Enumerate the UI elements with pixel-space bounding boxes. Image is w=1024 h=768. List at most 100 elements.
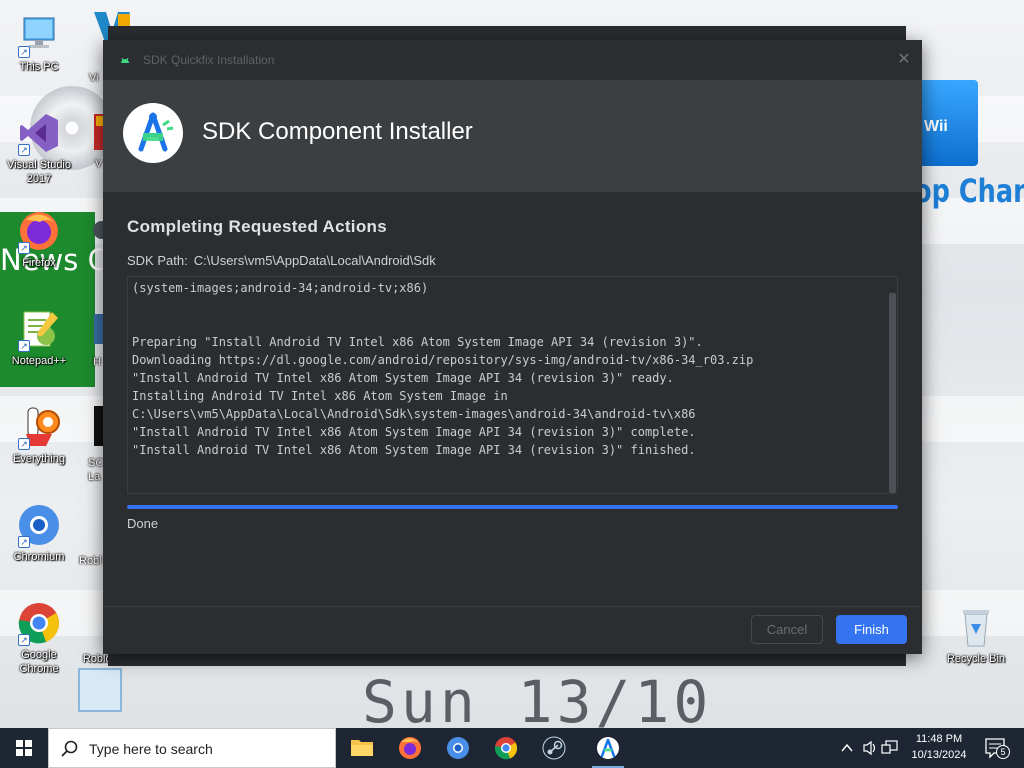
taskbar-chromium[interactable]	[434, 728, 482, 768]
shortcut-arrow-icon: ↗	[18, 242, 30, 254]
chromium-icon: ↗	[16, 502, 62, 548]
status-text: Done	[127, 516, 159, 531]
desktop-icon-label: H	[93, 356, 101, 368]
shortcut-arrow-icon: ↗	[18, 46, 30, 58]
desktop-icon-notepadpp[interactable]: ↗ Notepad++	[1, 306, 77, 368]
desktop-icon-label: Notepad++	[11, 355, 67, 367]
android-icon	[121, 57, 129, 63]
desktop-icon-label: Chromium	[13, 551, 65, 563]
desktop-icon-firefox[interactable]: ↗ Firefox	[1, 208, 77, 270]
shortcut-arrow-icon: ↗	[18, 144, 30, 156]
shortcut-arrow-icon: ↗	[18, 536, 30, 548]
log-line: (system-images;android-34;android-tv;x86…	[132, 281, 429, 295]
notification-center[interactable]: 5	[978, 728, 1024, 768]
log-line: Downloading https://dl.google.com/androi…	[132, 353, 754, 367]
desktop-icon-label-line: SC	[88, 457, 104, 469]
log-line: "Install Android TV Intel x86 Atom Syste…	[132, 371, 674, 385]
chrome-icon: ↗	[16, 600, 62, 646]
shortcut-arrow-icon: ↗	[18, 438, 30, 450]
desktop-icon-label: This PC	[19, 61, 59, 73]
progress-bar	[127, 505, 898, 509]
notepadpp-icon: ↗	[16, 306, 62, 352]
computer-icon: ↗	[16, 12, 62, 58]
taskbar-chrome[interactable]	[482, 728, 530, 768]
start-button[interactable]	[0, 728, 48, 768]
desktop-icon-label: Vi	[89, 72, 99, 84]
desktop-icon-label: SC La	[88, 456, 103, 484]
shortcut-arrow-icon: ↗	[18, 634, 30, 646]
visual-studio-icon: ↗	[16, 110, 62, 156]
chromium-icon	[447, 737, 469, 759]
installer-footer: Cancel Finish	[103, 606, 922, 654]
roblox-icon	[78, 668, 122, 712]
taskbar-search[interactable]: Type here to search	[48, 728, 336, 768]
desktop-icon-recycle-bin[interactable]: Recycle Bin	[938, 604, 1014, 666]
clock-date: 10/13/2024	[911, 749, 967, 761]
log-line: "Install Android TV Intel x86 Atom Syste…	[132, 443, 696, 457]
desktop-icon-label: Robl	[79, 555, 102, 567]
taskbar-file-explorer[interactable]	[338, 728, 386, 768]
sdk-path: SDK Path: C:\Users\vm5\AppData\Local\Andr…	[127, 253, 436, 268]
desktop-icon-label: Firefox	[22, 257, 56, 269]
taskbar: Type here to search 11:48 PM 10/13/2024 …	[0, 728, 1024, 768]
search-icon	[61, 740, 78, 757]
header-title: SDK Component Installer	[202, 118, 473, 145]
log-scrollbar-thumb[interactable]	[889, 293, 896, 493]
android-studio-icon	[597, 737, 619, 759]
desktop-icon-everything[interactable]: ↗ Everything	[1, 404, 77, 466]
taskbar-firefox[interactable]	[386, 728, 434, 768]
windows-icon	[16, 740, 32, 756]
log-line: Preparing "Install Android TV Intel x86 …	[132, 335, 703, 349]
installer-content: Completing Requested Actions SDK Path: C:…	[103, 192, 922, 606]
desktop-icon-visual-studio[interactable]: ↗ Visual Studio 2017	[1, 110, 77, 186]
wallpaper-shop-bag-text: Wii	[924, 118, 948, 135]
sdk-path-value: C:\Users\vm5\AppData\Local\Android\Sdk	[193, 253, 436, 268]
desktop-icon-label: V	[95, 158, 103, 170]
desktop-icon-label: Visual Studio 2017	[6, 159, 71, 185]
system-tray	[838, 728, 902, 768]
progress-bar-fill	[127, 505, 898, 509]
desktop-icon-label: Recycle Bin	[946, 653, 1006, 665]
section-title: Completing Requested Actions	[127, 217, 387, 236]
taskbar-android-studio[interactable]	[584, 728, 632, 768]
window-titlebar[interactable]: SDK Quickfix Installation ✕	[103, 40, 922, 80]
clock-time: 11:48 PM	[915, 733, 963, 745]
notification-count-badge: 5	[996, 745, 1010, 759]
log-lines: (system-images;android-34;android-tv;x86…	[132, 279, 753, 459]
desktop-icon-label: Everything	[13, 453, 65, 465]
close-icon[interactable]: ✕	[894, 50, 914, 70]
log-line: Installing Android TV Intel x86 Atom Sys…	[132, 389, 508, 403]
firefox-icon: ↗	[16, 208, 62, 254]
cancel-button[interactable]: Cancel	[751, 615, 823, 644]
recycle-bin-icon	[953, 604, 999, 650]
everything-icon: ↗	[16, 404, 62, 450]
wallpaper-date-text: Sun 13/10	[362, 668, 713, 728]
install-log[interactable]: (system-images;android-34;android-tv;x86…	[127, 276, 898, 494]
file-explorer-icon	[351, 740, 373, 756]
wallpaper-shop-text: op Channe	[914, 172, 1024, 210]
sdk-path-label: SDK Path:	[127, 253, 188, 268]
network-icon[interactable]	[881, 740, 898, 754]
finish-button[interactable]: Finish	[836, 615, 907, 644]
taskbar-steam[interactable]	[530, 728, 578, 768]
shortcut-arrow-icon: ↗	[18, 340, 30, 352]
log-line: "Install Android TV Intel x86 Atom Syste…	[132, 425, 696, 439]
sdk-installer-window: SDK Quickfix Installation ✕ SDK Componen…	[103, 40, 922, 654]
window-title: SDK Quickfix Installation	[143, 53, 275, 67]
desktop-icon-this-pc[interactable]: ↗ This PC	[1, 12, 77, 74]
log-scrollbar[interactable]	[887, 277, 897, 493]
search-placeholder: Type here to search	[89, 741, 213, 757]
firefox-icon	[399, 737, 421, 759]
chrome-icon	[494, 737, 518, 760]
volume-icon[interactable]	[863, 740, 876, 756]
chevron-up-icon[interactable]	[841, 743, 853, 752]
android-studio-icon	[123, 103, 183, 163]
desktop-icon-chromium[interactable]: ↗ Chromium	[1, 502, 77, 564]
taskbar-clock[interactable]: 11:48 PM 10/13/2024	[902, 731, 976, 763]
desktop-icon-label-line: La	[88, 471, 101, 483]
steam-icon	[542, 736, 566, 760]
log-line: C:\Users\vm5\AppData\Local\Android\Sdk\s…	[132, 407, 696, 421]
installer-header: SDK Component Installer	[103, 80, 922, 192]
